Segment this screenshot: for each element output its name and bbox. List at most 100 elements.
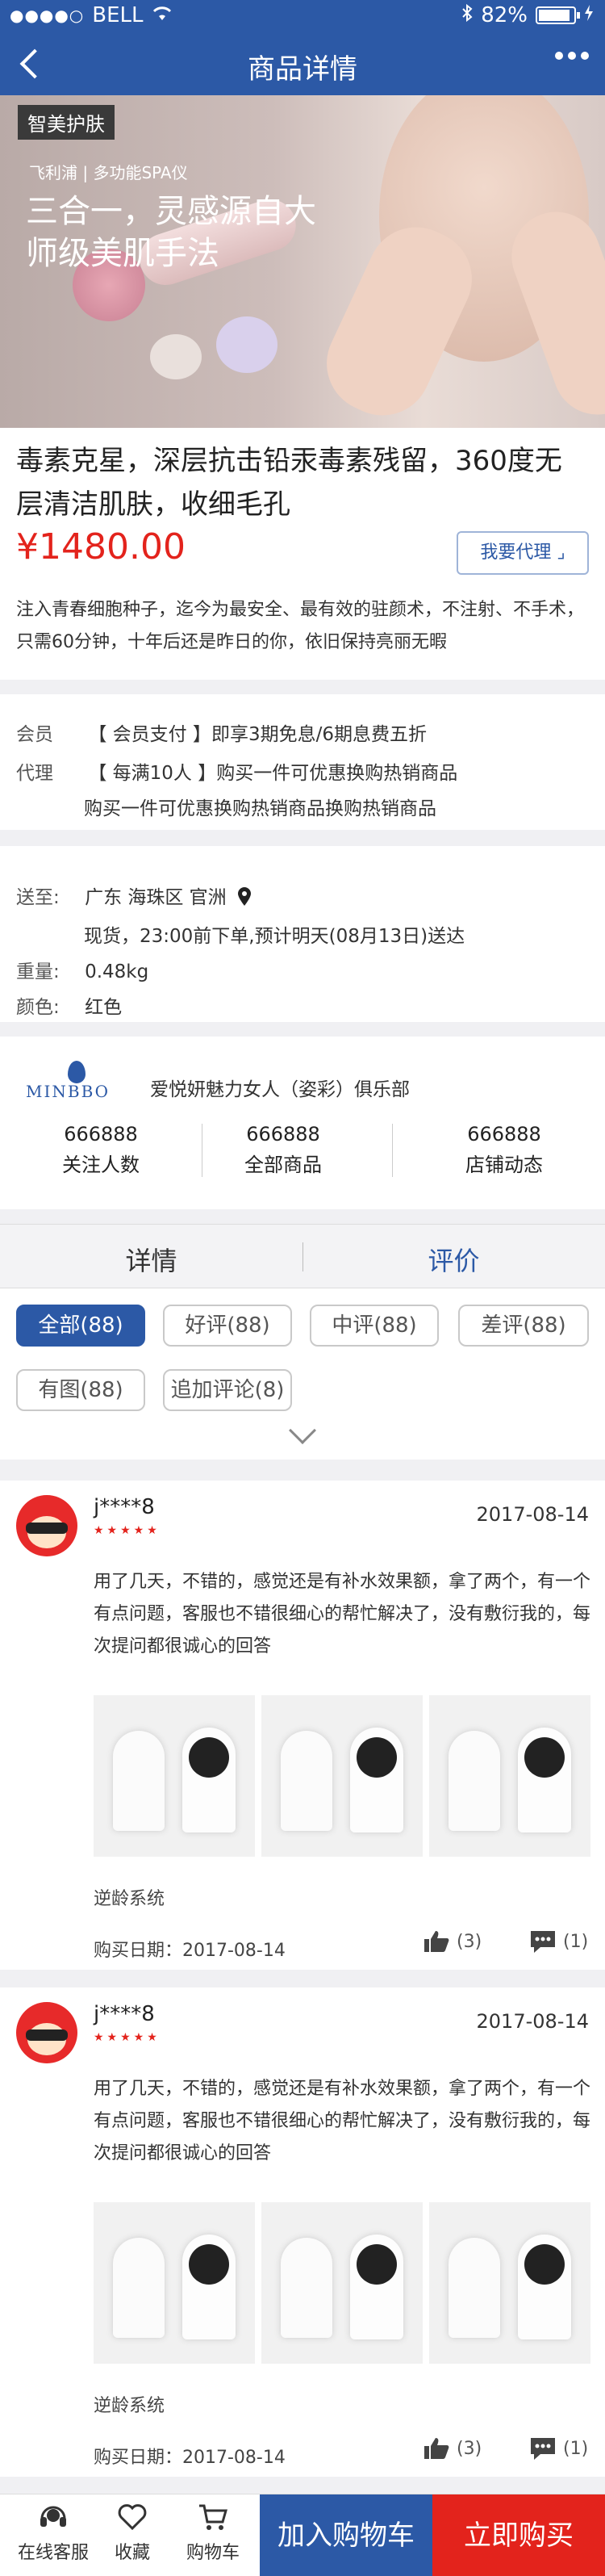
review-photo[interactable] — [429, 1695, 590, 1857]
comment-bubble-icon — [531, 1931, 555, 1953]
ship-to-label: 送至: — [16, 887, 60, 908]
wifi-icon — [152, 3, 173, 27]
product-title: 毒素克星，深层抗击铅汞毒素残留，360度无层清洁肌肤，收细毛孔 — [16, 445, 562, 521]
member-label: 会员 — [16, 724, 53, 745]
shop-name: 爱悦妍魅力女人（姿彩）俱乐部 — [150, 1079, 410, 1100]
agent-tag: 【 每满10人 】 — [88, 763, 217, 784]
brush-attachment-illustration — [216, 316, 277, 373]
comment-button[interactable]: (1) — [529, 2436, 588, 2461]
delivery-estimate: 现货，23:00前下单,预计明天(08月13日)送达 — [84, 926, 465, 947]
product-info: 毒素克星，深层抗击铅汞毒素残留，360度无层清洁肌肤，收细毛孔 ¥1480.00… — [0, 428, 605, 680]
review-photo[interactable] — [94, 2202, 255, 2364]
bluetooth-icon — [461, 3, 473, 27]
filter-with-images[interactable]: 有图(88) — [16, 1369, 145, 1411]
rating-stars: ★★★★★ — [94, 1524, 161, 1537]
weight-label: 重量: — [16, 961, 60, 982]
comment-bubble-icon — [531, 2438, 555, 2460]
weight-value: 0.48kg — [85, 961, 149, 982]
product-price: ¥1480.00 — [16, 526, 186, 568]
become-agent-label: 我要代理 — [480, 542, 552, 563]
like-count: (3) — [457, 1931, 482, 1952]
favorite-button[interactable]: 收藏 — [92, 2501, 173, 2564]
shop-logo: MINBBO — [26, 1061, 131, 1106]
product-description: 注入青春细胞种子，迄今为最安全、最有效的驻颜术，不注射、不手术，只需60分钟，十… — [16, 600, 585, 652]
agent-promo-text-2: 购买一件可优惠换购热销商品换购热销商品 — [84, 798, 436, 819]
location-pin-icon — [237, 887, 252, 908]
purchased-spec: 逆龄系统 — [94, 1889, 165, 1909]
rating-stars: ★★★★★ — [94, 2031, 161, 2044]
review-photo[interactable] — [94, 1695, 255, 1857]
color-value: 红色 — [85, 997, 123, 1018]
review-photo[interactable] — [261, 2202, 423, 2364]
comment-button[interactable]: (1) — [529, 1929, 588, 1954]
status-bar: ●●●●○ BELL 82% — [0, 0, 605, 32]
shop-stat-followers[interactable]: 666888 关注人数 — [0, 1119, 202, 1180]
filter-positive[interactable]: 好评(88) — [163, 1305, 292, 1347]
review-card: j****8 ★★★★★ 2017-08-14 用了几天，不错的，感觉还是有补水… — [0, 1987, 605, 2477]
carrier-name: BELL — [92, 3, 144, 27]
filter-neutral[interactable]: 中评(88) — [310, 1305, 439, 1347]
color-row[interactable]: 颜色: 红色 — [16, 991, 122, 1019]
brush-attachment-illustration — [150, 334, 202, 379]
page-title: 商品详情 — [248, 53, 357, 86]
promotion-section: 会员 【 会员支付 】即享3期免息/6期息费五折 代理 【 每满10人 】购买一… — [0, 694, 605, 830]
thumbs-up-icon — [424, 2438, 449, 2459]
battery-percent: 82% — [481, 3, 528, 27]
shop-stat-all-products[interactable]: 666888 全部商品 — [182, 1119, 384, 1180]
shop-stat-updates[interactable]: 666888 店铺动态 — [403, 1119, 605, 1180]
product-banner-image[interactable]: 智美护肤 飞利浦 | 多功能SPA仪 三合一，灵感源自大师级美肌手法 — [0, 95, 605, 428]
ship-to-row[interactable]: 送至: 广东 海珠区 官洲 — [16, 882, 252, 909]
cart-button[interactable]: 购物车 — [173, 2501, 253, 2564]
agent-label: 代理 — [16, 763, 53, 784]
tab-details[interactable]: 详情 — [0, 1241, 302, 1278]
filter-negative[interactable]: 差评(88) — [458, 1305, 589, 1347]
shopping-cart-icon — [199, 2504, 227, 2530]
avatar[interactable] — [16, 1495, 77, 1556]
become-agent-button[interactable]: 我要代理 ⌟ — [457, 531, 589, 575]
member-tag: 【 会员支付 】 — [88, 724, 211, 745]
add-to-cart-button[interactable]: 加入购物车 — [260, 2494, 432, 2576]
agent-promo-row[interactable]: 代理 【 每满10人 】购买一件可优惠换购热销商品 — [16, 757, 457, 785]
battery-icon — [536, 6, 580, 24]
thumbs-up-icon — [424, 1931, 449, 1952]
shop-section[interactable]: MINBBO 爱悦妍魅力女人（姿彩）俱乐部 666888 关注人数 666888… — [0, 1037, 605, 1209]
like-count: (3) — [457, 2438, 482, 2459]
corner-arrow-icon: ⌟ — [557, 542, 565, 563]
reviewer-name: j****8 — [94, 2002, 155, 2026]
avatar[interactable] — [16, 2002, 77, 2063]
water-drop-icon — [68, 1061, 86, 1083]
headset-icon — [40, 2506, 66, 2527]
customer-service-button[interactable]: 在线客服 — [13, 2501, 94, 2564]
banner-subtitle: 飞利浦 | 多功能SPA仪 — [29, 163, 188, 182]
like-button[interactable]: (3) — [423, 1929, 482, 1954]
signal-icon: ●●●●○ — [10, 6, 85, 25]
review-text: 用了几天，不错的，感觉还是有补水效果额，拿了两个，有一个有点问题，客服也不错很细… — [94, 2079, 591, 2163]
banner-tag: 智美护肤 — [18, 105, 115, 140]
more-options-icon[interactable] — [555, 52, 589, 60]
shipping-section: 送至: 广东 海珠区 官洲 现货，23:00前下单,预计明天(08月13日)送达… — [0, 846, 605, 1022]
comment-count: (1) — [563, 2438, 589, 2459]
member-promo-row[interactable]: 会员 【 会员支付 】即享3期免息/6期息费五折 — [16, 718, 427, 746]
color-label: 颜色: — [16, 997, 60, 1018]
detail-review-tabs: 详情 评价 — [0, 1224, 605, 1288]
nav-bar: 商品详情 — [0, 32, 605, 95]
review-photo[interactable] — [261, 1695, 423, 1857]
charging-icon — [584, 3, 594, 27]
comment-count: (1) — [563, 1931, 589, 1952]
like-button[interactable]: (3) — [423, 2436, 482, 2461]
purchase-date: 购买日期：2017-08-14 — [94, 2448, 286, 2468]
filter-all[interactable]: 全部(88) — [16, 1305, 145, 1347]
review-date: 2017-08-14 — [476, 2010, 589, 2033]
tab-reviews[interactable]: 评价 — [302, 1241, 605, 1278]
reviewer-name: j****8 — [94, 1495, 155, 1519]
filter-follow-up[interactable]: 追加评论(8) — [163, 1369, 292, 1411]
purchased-spec: 逆龄系统 — [94, 2396, 165, 2416]
agent-promo-text: 购买一件可优惠换购热销商品 — [216, 763, 458, 784]
review-date: 2017-08-14 — [476, 1503, 589, 1526]
bottom-action-bar: 在线客服 收藏 购物车 加入购物车 立即购买 — [0, 2494, 605, 2576]
buy-now-button[interactable]: 立即购买 — [432, 2494, 605, 2576]
weight-row: 重量: 0.48kg — [16, 956, 148, 983]
heart-icon — [118, 2504, 147, 2531]
review-card: j****8 ★★★★★ 2017-08-14 用了几天，不错的，感觉还是有补水… — [0, 1481, 605, 1970]
review-photo[interactable] — [429, 2202, 590, 2364]
